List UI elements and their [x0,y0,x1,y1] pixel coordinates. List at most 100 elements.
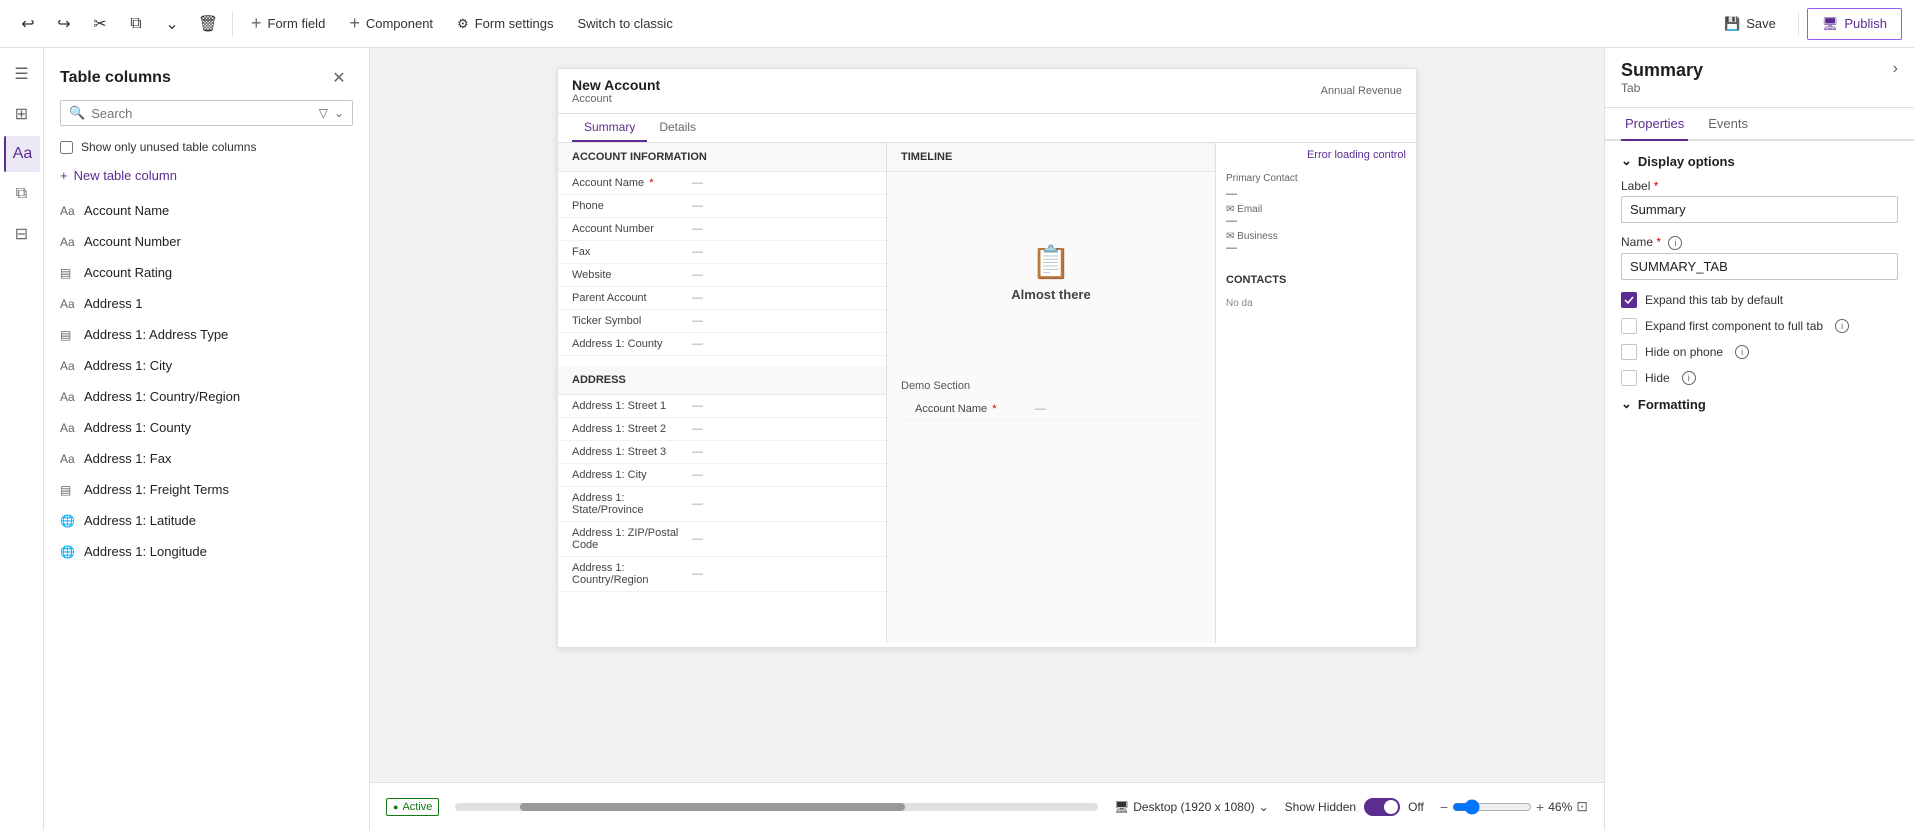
nav-table[interactable]: ⊟ [4,216,40,252]
rp-tabs: Properties Events [1605,108,1914,141]
col-name: Address 1: Country/Region [84,389,240,404]
hide-on-phone-label: Hide on phone [1645,345,1723,359]
fit-button[interactable]: ⊡ [1576,798,1588,815]
show-unused-checkbox[interactable] [60,141,73,154]
annual-revenue-label: Annual Revenue [1321,85,1402,97]
col-name: Account Rating [84,265,172,280]
panel-title: Table columns [60,69,171,87]
column-item[interactable]: ▤ Address 1: Address Type [44,319,369,350]
column-item[interactable]: Aa Address 1: Fax [44,443,369,474]
summary-tab[interactable]: Summary [572,114,647,142]
rp-header-info: Summary Tab [1621,60,1703,95]
panel-header: Table columns ✕ [44,48,369,100]
field-state: Address 1: State/Province — [558,487,886,522]
expand-tab-checkbox[interactable] [1621,292,1637,308]
publish-button[interactable]: 🖥 Publish [1807,8,1902,40]
form-field-button[interactable]: + Form field [241,8,335,40]
undo-button[interactable]: ↩ [12,8,44,40]
tab-events[interactable]: Events [1704,108,1752,141]
zoom-slider[interactable] [1452,799,1532,815]
center-canvas: New Account Account Annual Revenue Summa… [370,48,1604,830]
column-item[interactable]: Aa Address 1: City [44,350,369,381]
monitor-icon: 🖥 [1114,800,1129,814]
column-item[interactable]: Aa Address 1 [44,288,369,319]
field-account-number: Account Number — [558,218,886,241]
copy-button[interactable]: ⧉ [120,8,152,40]
form-title: New Account [572,77,1402,93]
switch-to-classic-button[interactable]: Switch to classic [567,8,682,40]
nav-hamburger[interactable]: ☰ [4,56,40,92]
column-item[interactable]: 🌐 Address 1: Latitude [44,505,369,536]
expand-first-info-icon[interactable]: i [1835,319,1849,333]
form-preview[interactable]: New Account Account Annual Revenue Summa… [557,68,1417,648]
desktop-select[interactable]: 🖥 Desktop (1920 x 1080) ⌄ [1114,800,1269,814]
col-type-icon: 🌐 [60,514,76,528]
cut-button[interactable]: ✂ [84,8,116,40]
chevron-icon: ⌄ [1259,800,1269,814]
label-input[interactable] [1621,196,1898,223]
scrollbar-thumb [520,803,906,811]
switch-label: Switch to classic [577,16,672,31]
chevron-down-icon[interactable]: ⌄ [334,106,344,120]
form-field-label: Form field [268,16,326,31]
zoom-in-button[interactable]: + [1536,799,1544,815]
col-type-icon: Aa [60,359,76,373]
hide-on-phone-info-icon[interactable]: i [1735,345,1749,359]
tab-properties[interactable]: Properties [1621,108,1688,141]
field-zip: Address 1: ZIP/Postal Code — [558,522,886,557]
desktop-label: Desktop (1920 x 1080) [1133,800,1254,814]
add-column-button[interactable]: + New table column [44,160,369,191]
nav-layers[interactable]: ⧉ [4,176,40,212]
canvas-scrollbar[interactable] [455,803,1098,811]
expand-first-checkbox[interactable] [1621,318,1637,334]
settings-icon: ⚙ [457,16,469,32]
name-input[interactable] [1621,253,1898,280]
delete-button[interactable]: 🗑 [192,8,224,40]
column-item[interactable]: ▤ Address 1: Freight Terms [44,474,369,505]
display-options-label: Display options [1638,154,1735,169]
hide-on-phone-checkbox[interactable] [1621,344,1637,360]
col-type-icon: Aa [60,235,76,249]
display-options-section[interactable]: ⌄ Display options [1621,153,1898,169]
no-da-label: No da [1216,294,1416,313]
save-label: Save [1746,16,1776,31]
save-button[interactable]: 💾 Save [1710,8,1790,40]
column-item[interactable]: Aa Address 1: County [44,412,369,443]
save-icon: 💾 [1724,16,1740,32]
dropdown-button[interactable]: ⌄ [156,8,188,40]
field-city: Address 1: City — [558,464,886,487]
search-input[interactable] [91,106,313,121]
hide-checkbox[interactable] [1621,370,1637,386]
publish-label: Publish [1844,16,1887,31]
error-loading-link[interactable]: Error loading control [1297,143,1416,167]
left-panel: ☰ ⊞ Aa ⧉ ⊟ Table columns ✕ 🔍 ▽ ⌄ Show on… [0,48,370,830]
show-hidden-label: Show Hidden [1285,800,1356,814]
col-type-icon: ▤ [60,328,76,342]
column-item[interactable]: Aa Account Name [44,195,369,226]
formatting-section[interactable]: ⌄ Formatting [1621,396,1898,412]
show-unused-row: Show only unused table columns [44,134,369,160]
nav-grid[interactable]: ⊞ [4,96,40,132]
column-item[interactable]: Aa Address 1: Country/Region [44,381,369,412]
redo-button[interactable]: ↪ [48,8,80,40]
name-info-icon[interactable]: i [1668,236,1682,250]
column-item[interactable]: Aa Account Number [44,226,369,257]
toggle-knob [1384,800,1398,814]
form-subtitle: Account [572,93,1402,105]
form-settings-button[interactable]: ⚙ Form settings [447,8,563,40]
address-header: ADDRESS [558,366,886,395]
show-hidden-toggle[interactable] [1364,798,1400,816]
zoom-out-button[interactable]: − [1440,799,1448,815]
hide-info-icon[interactable]: i [1682,371,1696,385]
details-tab[interactable]: Details [647,114,708,142]
filter-icon[interactable]: ▽ [319,106,328,120]
rp-expand-button[interactable]: › [1893,60,1898,78]
name-field-label: Name * i [1621,235,1898,250]
plus-icon-2: + [349,13,360,34]
form-tabs: Summary Details [558,114,1416,143]
nav-field[interactable]: Aa [4,136,40,172]
component-button[interactable]: + Component [339,8,443,40]
column-item[interactable]: 🌐 Address 1: Longitude [44,536,369,567]
column-item[interactable]: ▤ Account Rating [44,257,369,288]
panel-close-button[interactable]: ✕ [325,64,353,92]
